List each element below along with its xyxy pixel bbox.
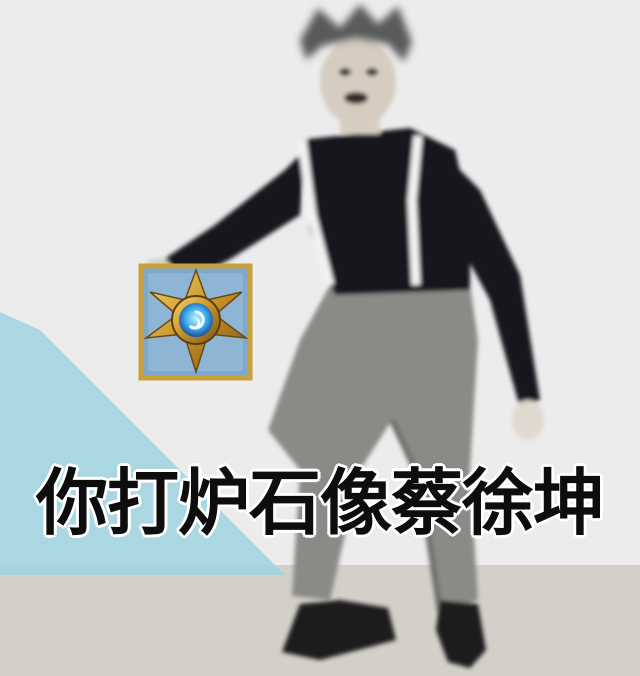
meme-caption: 你打炉石像蔡徐坤 [35, 461, 605, 545]
meme-image: 你打炉石像蔡徐坤 [0, 0, 640, 676]
dancing-man-photo [0, 0, 640, 676]
hearthstone-logo-icon [138, 263, 253, 381]
